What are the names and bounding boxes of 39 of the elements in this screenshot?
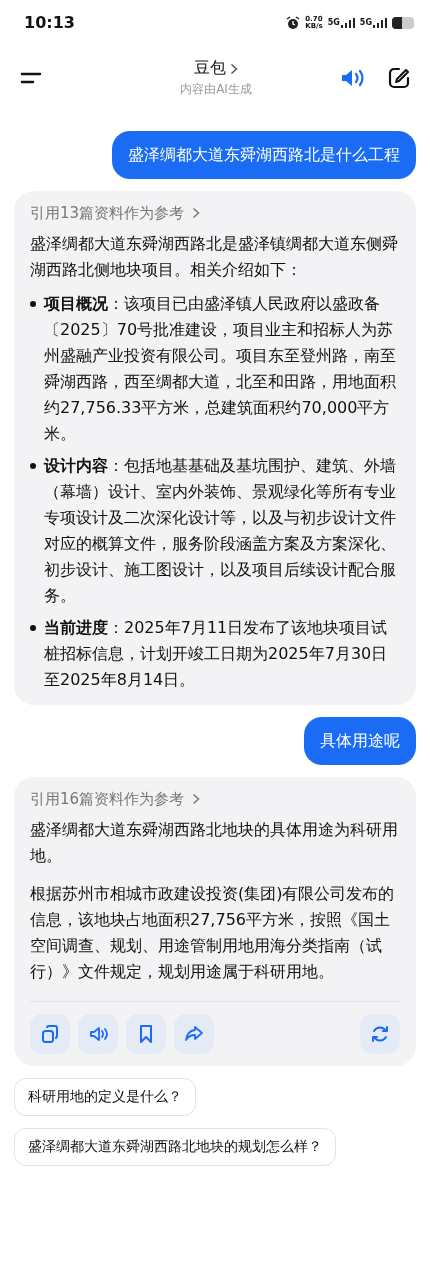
chevron-icon[interactable] xyxy=(192,207,201,219)
suggestion-chip[interactable]: 盛泽绸都大道东舜湖西路北地块的规划怎么样？ xyxy=(14,1128,336,1166)
answer-paragraph: 盛泽绸都大道东舜湖西路北是盛泽镇绸都大道东侧舜湖西路北侧地块项目。相关介绍如下： xyxy=(30,233,399,281)
network-type: 5G xyxy=(327,17,340,27)
chevron-icon[interactable] xyxy=(230,62,238,75)
bullet-text: 设计内容：包括地基基础及基坑围护、建筑、外墙（幕墙）设计、室内外装饰、景观绿化等所有专业专项设计及二次深化设计等，以及与初步设计文件对应的概算文件，服务阶段涵盖方案及方案深化、初步设计、施工图设计，以及项目后续设计配合服务。 xyxy=(44,455,397,607)
bullet-icon xyxy=(30,463,36,469)
bullet-text: 当前进度：2025年7月11日发布了该地块项目试桩招标信息，计划开竣工日期为2025年7月30日至2025年8月14日。 xyxy=(44,617,389,691)
bookmark-button[interactable] xyxy=(126,1014,166,1054)
share-icon xyxy=(184,1024,204,1044)
suggestion-chip[interactable]: 科研用地的定义是什么？ xyxy=(14,1078,196,1116)
user-message: 盛泽绸都大道东舜湖西路北是什么工程 xyxy=(112,131,416,179)
edit-icon[interactable] xyxy=(388,67,410,89)
speaker-icon xyxy=(88,1024,108,1044)
menu-icon[interactable] xyxy=(20,71,42,85)
refresh-icon xyxy=(370,1024,390,1044)
answer-paragraph: 根据苏州市相城市政建设投资(集团)有限公司发布的信息，该地块占地面积27,756平方米，按照《国土空间调查、规划、用途管制用地用海分类指南（试行）》文件规定，规划用途属于科研用地。 xyxy=(30,883,396,983)
chat-title[interactable]: 豆包 xyxy=(194,58,226,79)
status-time: 10:13 xyxy=(24,13,75,32)
copy-icon xyxy=(40,1024,60,1044)
alarm-icon xyxy=(286,15,301,30)
bullet-text: 项目概况：该项目已由盛泽镇人民政府以盛政备〔2025〕70号批准建设，项目业主和招标人为苏州盛融产业投资有限公司。项目东至登州路，南至舜湖西路，西至绸都大道，北至和田路，用地面积约27,756.33平方米，总建筑面积约70,000平方米。 xyxy=(44,293,397,445)
chevron-icon[interactable] xyxy=(192,793,201,805)
references-link[interactable]: 引用13篇资料作为参考 xyxy=(30,203,185,223)
network-type: 5G xyxy=(359,17,372,27)
references-link[interactable]: 引用16篇资料作为参考 xyxy=(30,789,185,809)
speaker-icon[interactable] xyxy=(340,67,366,89)
answer-paragraph: 盛泽绸都大道东舜湖西路北地块的具体用途为科研用地。 xyxy=(30,819,399,867)
speaker-button[interactable] xyxy=(78,1014,118,1054)
share-button[interactable] xyxy=(174,1014,214,1054)
user-message: 具体用途呢 xyxy=(304,717,416,765)
regenerate-button[interactable] xyxy=(360,1014,400,1054)
battery-icon xyxy=(392,16,414,29)
chat-subtitle: 内容由AI生成 xyxy=(180,81,252,98)
signal-icon xyxy=(340,17,355,28)
signal-icon xyxy=(373,17,387,28)
copy-button[interactable] xyxy=(30,1014,70,1054)
bullet-icon xyxy=(30,301,36,307)
bullet-icon xyxy=(30,625,36,631)
